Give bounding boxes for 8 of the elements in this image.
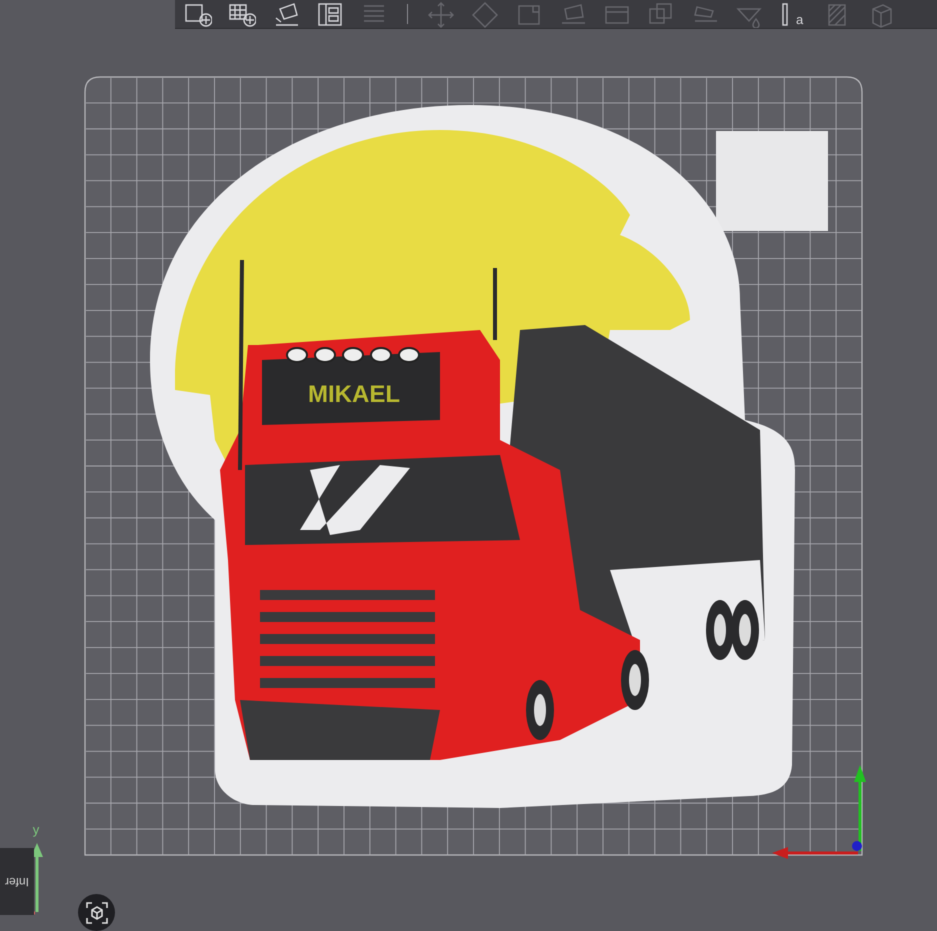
axis-label: y [32,822,40,837]
name-text: MIKAEL [308,381,400,408]
view-button[interactable] [78,894,115,931]
cube-scan-icon[interactable] [86,902,108,924]
info-panel: Infer [0,848,34,915]
layout-icon[interactable] [316,0,344,28]
z-axis-dot [852,841,862,851]
y-axis-arrow [31,843,43,912]
